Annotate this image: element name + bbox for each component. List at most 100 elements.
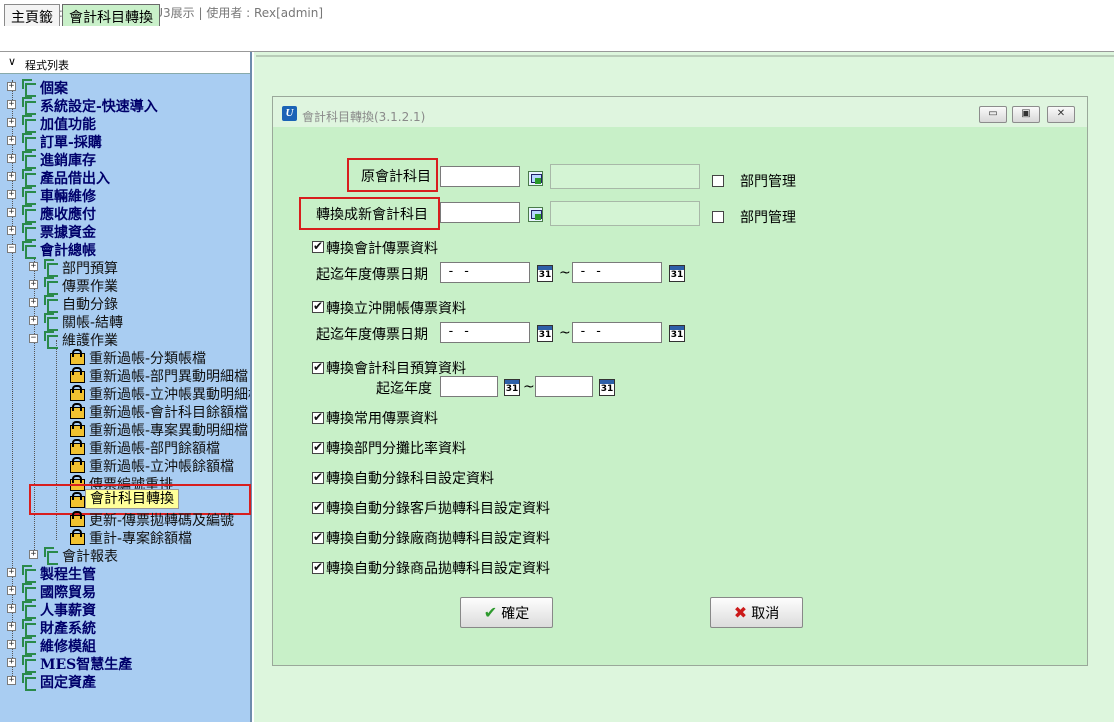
offset-date-from-input[interactable]: - - — [440, 322, 530, 343]
tree-node-inventory[interactable]: + 進銷庫存 — [7, 150, 247, 169]
source-account-lookup-icon[interactable] — [528, 171, 543, 186]
tree-node-bills-funds[interactable]: + 票據資金 — [7, 222, 247, 241]
target-account-lookup-icon[interactable] — [528, 207, 543, 222]
target-dept-checkbox[interactable] — [712, 211, 724, 223]
expand-icon[interactable]: + — [7, 154, 16, 163]
tree-leaf-update-voucher-codes[interactable]: 更新-傳票拋轉碼及編號 — [68, 510, 250, 528]
maximize-button[interactable]: ▣ — [1012, 106, 1040, 123]
calendar-icon[interactable]: 31 — [537, 325, 553, 342]
workspace-divider — [256, 55, 1114, 57]
tree-node-label: 加值功能 — [40, 117, 96, 133]
tree-leaf-repost-project-detail[interactable]: 重新過帳-專案異動明細檔 — [68, 420, 250, 438]
source-account-input[interactable] — [440, 166, 520, 187]
tab-account-conversion[interactable]: 會計科目轉換 — [62, 4, 160, 26]
budget-year-from-input[interactable] — [440, 376, 498, 397]
tree-folder-icon — [44, 331, 58, 349]
expand-icon[interactable]: + — [7, 640, 16, 649]
tree-node-case[interactable]: + 個案 — [7, 78, 247, 97]
tree-node-fixed-assets[interactable]: + 固定資產 — [7, 672, 247, 691]
close-button[interactable]: ✕ — [1047, 106, 1075, 123]
convert-auto-entry-checkbox[interactable] — [312, 470, 324, 484]
tree-node-maintenance-module[interactable]: + 維修模組 — [7, 636, 247, 655]
ok-button[interactable]: ✔ 確定 — [460, 597, 553, 628]
target-account-input[interactable] — [440, 202, 520, 223]
calendar-icon[interactable]: 31 — [669, 265, 685, 282]
tree-node-system-setup[interactable]: + 系統設定-快速導入 — [7, 96, 247, 115]
convert-auto-entry-product-checkbox[interactable] — [312, 560, 324, 574]
tree-node-value-added[interactable]: + 加值功能 — [7, 114, 247, 133]
tree-node-auto-entries[interactable]: + 自動分錄 — [29, 294, 249, 313]
calendar-icon[interactable]: 31 — [669, 325, 685, 342]
convert-dept-ratio-label: 轉換部門分攤比率資料 — [326, 441, 466, 457]
tree-leaf-repost-account-balance[interactable]: 重新過帳-會計科目餘額檔 — [68, 402, 250, 420]
tree-node-voucher-ops[interactable]: + 傳票作業 — [29, 276, 249, 295]
minimize-button[interactable]: ▭ — [979, 106, 1007, 123]
tree-leaf-repost-dept-detail[interactable]: 重新過帳-部門異動明細檔 — [68, 366, 250, 384]
lock-folder-icon — [68, 385, 85, 401]
convert-common-voucher-checkbox[interactable] — [312, 410, 324, 424]
expand-icon[interactable]: + — [7, 172, 16, 181]
convert-offset-voucher-checkbox[interactable] — [312, 299, 324, 313]
source-dept-checkbox[interactable] — [712, 175, 724, 187]
calendar-icon[interactable]: 31 — [504, 379, 520, 396]
tree-node-property[interactable]: + 財產系統 — [7, 618, 247, 637]
cancel-button[interactable]: ✖ 取消 — [710, 597, 803, 628]
collapse-chevron-icon[interactable]: ∨ — [8, 55, 16, 68]
tree-folder-icon — [22, 583, 36, 601]
tree-node-product-lending[interactable]: + 產品借出入 — [7, 168, 247, 187]
voucher-date-to-input[interactable]: - - — [572, 262, 662, 283]
tree-node-receivable-payable[interactable]: + 應收應付 — [7, 204, 247, 223]
convert-budget-checkbox[interactable] — [312, 360, 324, 374]
expand-icon[interactable]: + — [7, 658, 16, 667]
tree-node-label: 國際貿易 — [40, 585, 96, 601]
convert-dept-ratio-checkbox[interactable] — [312, 440, 324, 454]
expand-icon[interactable]: + — [7, 136, 16, 145]
tree-node-order-purchase[interactable]: + 訂單-採購 — [7, 132, 247, 151]
expand-icon[interactable]: + — [29, 298, 38, 307]
tree-leaf-repost-ledger[interactable]: 重新過帳-分類帳檔 — [68, 348, 250, 366]
convert-auto-entry-vendor-checkbox[interactable] — [312, 530, 324, 544]
tree-node-general-ledger[interactable]: − 會計總帳 — [7, 240, 247, 259]
tree-leaf-repost-dept-balance[interactable]: 重新過帳-部門餘額檔 — [68, 438, 250, 456]
expand-icon[interactable]: + — [7, 82, 16, 91]
expand-icon[interactable]: + — [7, 226, 16, 235]
convert-voucher-checkbox[interactable] — [312, 239, 324, 253]
lock-folder-icon — [68, 457, 85, 473]
voucher-date-from-input[interactable]: - - — [440, 262, 530, 283]
expand-icon[interactable]: + — [29, 262, 38, 271]
tab-home[interactable]: 主頁籤 — [4, 4, 60, 26]
tree-node-intl-trade[interactable]: + 國際貿易 — [7, 582, 247, 601]
tree-node-label: 部門預算 — [62, 261, 118, 277]
tree-leaf-recalc-project-balance[interactable]: 重計-專案餘額檔 — [68, 528, 250, 546]
tree-leaf-repost-offset-detail[interactable]: 重新過帳-立沖帳異動明細檔 — [68, 384, 250, 402]
offset-date-to-input[interactable]: - - — [572, 322, 662, 343]
calendar-icon[interactable]: 31 — [537, 265, 553, 282]
tree-node-vehicle-repair[interactable]: + 車輛維修 — [7, 186, 247, 205]
expand-icon[interactable]: + — [29, 280, 38, 289]
expand-icon[interactable]: + — [7, 676, 16, 685]
expand-icon[interactable]: + — [7, 586, 16, 595]
expand-icon[interactable]: + — [7, 604, 16, 613]
tree-node-ledger-reports[interactable]: + 會計報表 — [29, 546, 249, 565]
tree-node-maintenance[interactable]: − 維護作業 — [29, 330, 249, 349]
tree-leaf-label: 重新過帳-會計科目餘額檔 — [89, 405, 249, 420]
budget-year-to-input[interactable] — [535, 376, 593, 397]
tree-node-production[interactable]: + 製程生管 — [7, 564, 247, 583]
convert-auto-entry-customer-checkbox[interactable] — [312, 500, 324, 514]
tree-node-dept-budget[interactable]: + 部門預算 — [29, 258, 249, 277]
expand-icon[interactable]: + — [7, 118, 16, 127]
tree-node-closing[interactable]: + 關帳-結轉 — [29, 312, 249, 331]
tree-leaf-repost-offset-balance[interactable]: 重新過帳-立沖帳餘額檔 — [68, 456, 250, 474]
tree-node-hr-payroll[interactable]: + 人事薪資 — [7, 600, 247, 619]
collapse-icon[interactable]: − — [29, 334, 38, 343]
tree-node-mes[interactable]: + MES智慧生產 — [7, 654, 247, 673]
expand-icon[interactable]: + — [29, 550, 38, 559]
expand-icon[interactable]: + — [7, 208, 16, 217]
expand-icon[interactable]: + — [29, 316, 38, 325]
expand-icon[interactable]: + — [7, 568, 16, 577]
expand-icon[interactable]: + — [7, 190, 16, 199]
collapse-icon[interactable]: − — [7, 244, 16, 253]
calendar-icon[interactable]: 31 — [599, 379, 615, 396]
expand-icon[interactable]: + — [7, 100, 16, 109]
expand-icon[interactable]: + — [7, 622, 16, 631]
